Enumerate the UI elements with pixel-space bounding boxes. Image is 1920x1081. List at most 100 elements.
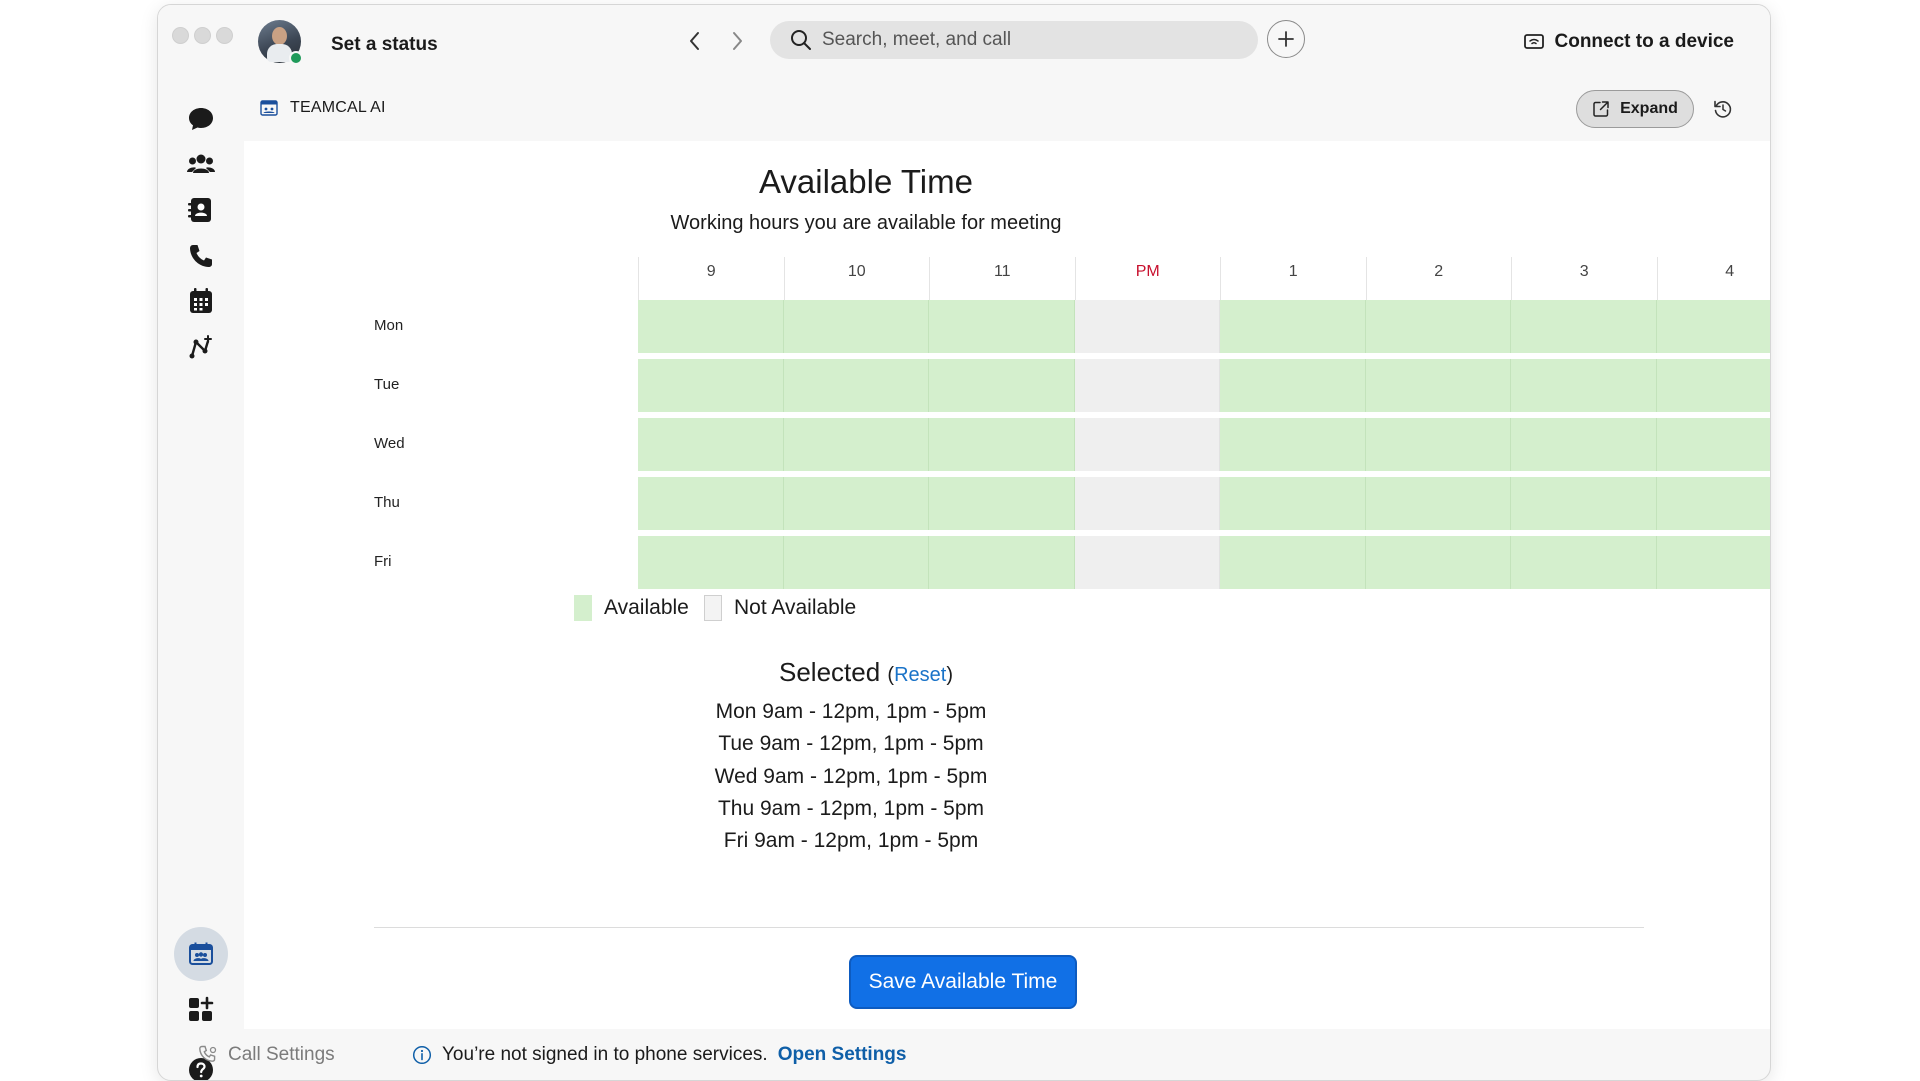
day-label-fri: Fri (374, 553, 392, 570)
selected-line-fri: Fri 9am - 12pm, 1pm - 5pm (723, 829, 979, 852)
time-slot-cell[interactable] (929, 359, 1075, 412)
time-slot-cell[interactable] (1074, 536, 1220, 589)
selected-line-tue: Tue 9am - 12pm, 1pm - 5pm (718, 732, 984, 755)
time-slot-cell[interactable] (1656, 359, 1770, 412)
calling-icon (190, 245, 212, 267)
reset-close-paren: ) (946, 664, 953, 686)
time-slot-cell[interactable] (783, 359, 929, 412)
close-window-button[interactable] (172, 27, 189, 44)
time-slot-cell[interactable] (929, 477, 1075, 530)
set-status-button[interactable]: Set a status (331, 34, 438, 56)
workflows-icon (189, 335, 212, 359)
time-slot-cell[interactable] (783, 536, 929, 589)
time-slot-cell[interactable] (1656, 418, 1770, 471)
selected-line-mon: Mon 9am - 12pm, 1pm - 5pm (715, 700, 987, 723)
calling-button[interactable] (180, 235, 222, 277)
forward-button[interactable] (725, 29, 749, 53)
time-slot-cell[interactable] (1656, 300, 1770, 353)
time-slot-cell[interactable] (1220, 300, 1366, 353)
time-slot-cell[interactable] (929, 300, 1075, 353)
minimize-window-button[interactable] (194, 27, 211, 44)
time-slot-cell[interactable] (638, 359, 784, 412)
messaging-button[interactable] (180, 98, 222, 140)
time-slot-cell[interactable] (1511, 300, 1657, 353)
time-slot-cell[interactable] (783, 418, 929, 471)
time-slot-cell[interactable] (1365, 418, 1511, 471)
left-rail (158, 79, 244, 1080)
app-logo-icon (260, 100, 278, 116)
time-slot-cell[interactable] (638, 477, 784, 530)
presence-badge (289, 51, 303, 65)
time-slot-cell[interactable] (1511, 418, 1657, 471)
call-settings-button[interactable]: Call Settings (198, 1044, 335, 1066)
time-slot-cell[interactable] (1365, 300, 1511, 353)
app-title-label: TEAMCAL AI (290, 99, 386, 116)
legend-available-label: Available (604, 596, 689, 619)
teamcal-app-icon (189, 942, 213, 965)
column-header-10: 10 (783, 257, 930, 301)
teams-icon (187, 154, 215, 173)
time-slot-cell[interactable] (638, 536, 784, 589)
connect-device-label: Connect to a device (1554, 31, 1735, 52)
time-slot-cell[interactable] (638, 418, 784, 471)
app-title: TEAMCAL AI (260, 99, 386, 117)
apps-grid-icon (189, 996, 214, 1021)
time-slot-cell[interactable] (1656, 477, 1770, 530)
column-header-pm: PM (1074, 257, 1221, 301)
call-settings-icon (199, 1045, 217, 1062)
workflows-button[interactable] (180, 326, 222, 368)
time-slot-cell[interactable] (1511, 359, 1657, 412)
column-header-3: 3 (1511, 257, 1657, 301)
expand-button[interactable]: Expand (1576, 90, 1694, 128)
time-slot-cell[interactable] (1511, 477, 1657, 530)
refresh-button[interactable] (1710, 96, 1736, 122)
connect-device-button[interactable]: Connect to a device (1523, 31, 1735, 53)
avatar[interactable] (258, 20, 303, 65)
reset-link[interactable]: Reset (894, 664, 946, 686)
chevron-right-icon (733, 32, 742, 50)
call-settings-label: Call Settings (228, 1044, 335, 1065)
search-icon (791, 30, 811, 50)
legend-not-available-swatch (704, 595, 722, 621)
calendar-button[interactable] (180, 280, 222, 322)
teams-button[interactable] (180, 143, 222, 185)
add-apps-button[interactable] (180, 989, 222, 1031)
legend-available: Available (574, 595, 689, 621)
new-action-button[interactable] (1267, 20, 1305, 58)
time-slot-cell[interactable] (783, 477, 929, 530)
save-available-time-button[interactable]: Save Available Time (849, 955, 1077, 1009)
teamcal-app-button[interactable] (174, 927, 228, 981)
time-slot-cell[interactable] (1511, 536, 1657, 589)
time-slot-cell[interactable] (1365, 536, 1511, 589)
zoom-window-button[interactable] (216, 27, 233, 44)
messaging-icon (189, 108, 213, 130)
time-slot-cell[interactable] (638, 300, 784, 353)
day-label-wed: Wed (374, 435, 405, 452)
time-slot-cell[interactable] (1074, 418, 1220, 471)
time-slot-cell[interactable] (1220, 418, 1366, 471)
section-divider (374, 927, 1644, 928)
time-slot-cell[interactable] (929, 418, 1075, 471)
search-input[interactable]: Search, meet, and call (770, 21, 1258, 59)
time-slot-cell[interactable] (783, 300, 929, 353)
time-slot-cell[interactable] (1220, 477, 1366, 530)
contacts-button[interactable] (180, 189, 222, 231)
back-button[interactable] (683, 29, 707, 53)
time-slot-cell[interactable] (929, 536, 1075, 589)
column-header-1: 1 (1220, 257, 1366, 301)
time-slot-cell[interactable] (1656, 536, 1770, 589)
time-slot-cell[interactable] (1220, 536, 1366, 589)
day-label-mon: Mon (374, 317, 404, 334)
time-slot-cell[interactable] (1365, 359, 1511, 412)
legend-available-swatch (574, 595, 592, 621)
time-slot-cell[interactable] (1074, 359, 1220, 412)
phone-services-text: You’re not signed in to phone services. (442, 1044, 768, 1065)
time-slot-cell[interactable] (1220, 359, 1366, 412)
open-settings-link[interactable]: Open Settings (778, 1044, 907, 1066)
panel-header: TEAMCAL AI Expand (244, 79, 1770, 141)
time-slot-cell[interactable] (1074, 477, 1220, 530)
time-slot-cell[interactable] (1074, 300, 1220, 353)
selected-title: Selected (778, 657, 881, 687)
page-title: Available Time (758, 163, 973, 200)
time-slot-cell[interactable] (1365, 477, 1511, 530)
